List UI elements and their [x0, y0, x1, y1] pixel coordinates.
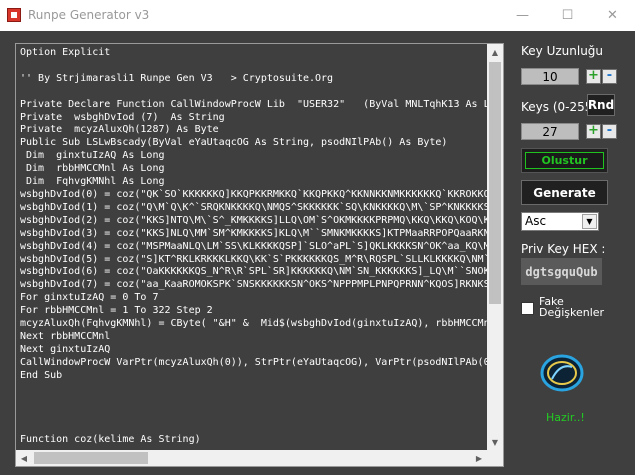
close-button[interactable]: ✕: [590, 0, 635, 31]
key-length-input[interactable]: 10: [521, 68, 579, 85]
code-line: CallWindowProcW VarPtr(mcyzAluxQh(0)), S…: [20, 356, 488, 368]
window-title: Runpe Generator v3: [28, 8, 150, 22]
code-line: Dim ginxtuIzAQ As Long: [20, 150, 165, 162]
code-line: Next rbbHMCCMnl: [20, 330, 111, 342]
code-line: wsbghDvIod(4) = coz("MSPMaaNLQ\LM`SS\KLK…: [20, 240, 488, 252]
priv-key-label: Priv Key HEX :: [521, 242, 606, 256]
key-length-plus-button[interactable]: +: [586, 69, 601, 84]
code-line: Dim FqhvgKMNhl As Long: [20, 176, 165, 188]
code-line: wsbghDvIod(2) = coz("KKS]NTQ\M\`S^_KMKKK…: [20, 214, 488, 226]
maximize-button[interactable]: ☐: [545, 0, 590, 31]
keys-minus-button[interactable]: -: [602, 124, 617, 139]
main-area: Option Explicit '' By Strjimarasli1 Runp…: [0, 31, 635, 475]
horizontal-scrollbar[interactable]: ◀ ▶: [16, 450, 503, 466]
code-line: End Sub: [20, 369, 63, 381]
scrollbar-corner: [487, 450, 503, 466]
code-line: Private wsbghDvIod (7) As String: [20, 111, 225, 123]
rnd-button[interactable]: Rnd: [587, 94, 615, 116]
status-text: Hazir..!: [546, 411, 585, 424]
code-textbox[interactable]: Option Explicit '' By Strjimarasli1 Runp…: [20, 47, 488, 445]
code-line: Private Declare Function CallWindowProcW…: [20, 98, 488, 110]
code-editor[interactable]: Option Explicit '' By Strjimarasli1 Runp…: [15, 43, 504, 467]
keys-input[interactable]: 27: [521, 123, 579, 140]
scroll-down-icon[interactable]: ▼: [487, 434, 503, 450]
generate-button[interactable]: Generate: [521, 180, 608, 205]
code-line: Dim rbbHMCCMnl As Long: [20, 163, 165, 175]
code-line: wsbghDvIod(7) = coz("aa_KaaROMOKSPK`SNSK…: [20, 279, 488, 291]
code-line: mcyzAluxQh(FqhvgKMNhl) = CByte( "&H" & M…: [20, 318, 488, 330]
horizontal-scroll-thumb[interactable]: [34, 452, 148, 464]
code-line: Next ginxtuIzAQ: [20, 343, 111, 355]
vertical-scrollbar[interactable]: ▲ ▼: [487, 44, 503, 450]
olustur-button[interactable]: Olustur: [521, 148, 608, 173]
code-line: For ginxtuIzAQ = 0 To 7: [20, 292, 159, 304]
code-line: wsbghDvIod(1) = coz("Q\M`Q\K^`SRQKNKKKKQ…: [20, 201, 488, 213]
fake-variables-label: Fake Değişkenler: [539, 295, 605, 319]
app-icon: [7, 8, 21, 22]
olustur-label: Olustur: [525, 152, 604, 169]
mode-selected-value: Asc: [525, 214, 547, 228]
code-line: Public Sub LSLwBscady(ByVal eYaUtaqcOG A…: [20, 137, 448, 149]
code-line: Option Explicit: [20, 47, 111, 58]
scroll-right-icon[interactable]: ▶: [471, 450, 487, 466]
priv-key-hex-field[interactable]: dgtsgquQub: [521, 258, 602, 285]
runpe-logo-icon: [540, 354, 584, 392]
code-line: Function coz(kelime As String): [20, 434, 201, 445]
vertical-scroll-thumb[interactable]: [489, 62, 501, 304]
key-length-minus-button[interactable]: -: [602, 69, 617, 84]
scroll-left-icon[interactable]: ◀: [16, 450, 32, 466]
code-line: wsbghDvIod(6) = coz("OaKKKKKKQS_N^R\R`SP…: [20, 266, 488, 278]
code-line: wsbghDvIod(0) = coz("QK`SO`KKKKKKQ]KKQPK…: [20, 188, 488, 200]
mode-select[interactable]: Asc ▼: [521, 212, 599, 231]
code-line: For rbbHMCCMnl = 1 To 322 Step 2: [20, 305, 213, 317]
minimize-button[interactable]: —: [500, 0, 545, 31]
code-line: Private mcyzAluxQh(1287) As Byte: [20, 124, 219, 136]
key-length-label: Key Uzunluğu: [521, 44, 604, 58]
fake-variables-checkbox[interactable]: [521, 302, 534, 315]
code-line: '' By Strjimarasli1 Runpe Gen V3 > Crypt…: [20, 72, 334, 84]
code-line: wsbghDvIod(3) = coz("KKS]NLQ\MM`SM^KMKKK…: [20, 227, 488, 239]
chevron-down-icon[interactable]: ▼: [582, 214, 597, 229]
code-line: wsbghDvIod(5) = coz("S]KT^RKLKRKKKLKKQ\K…: [20, 253, 488, 265]
keys-plus-button[interactable]: +: [586, 124, 601, 139]
scroll-up-icon[interactable]: ▲: [487, 44, 503, 60]
title-bar: Runpe Generator v3 — ☐ ✕: [0, 0, 635, 31]
keys-range-label: Keys (0-255): [521, 100, 598, 114]
